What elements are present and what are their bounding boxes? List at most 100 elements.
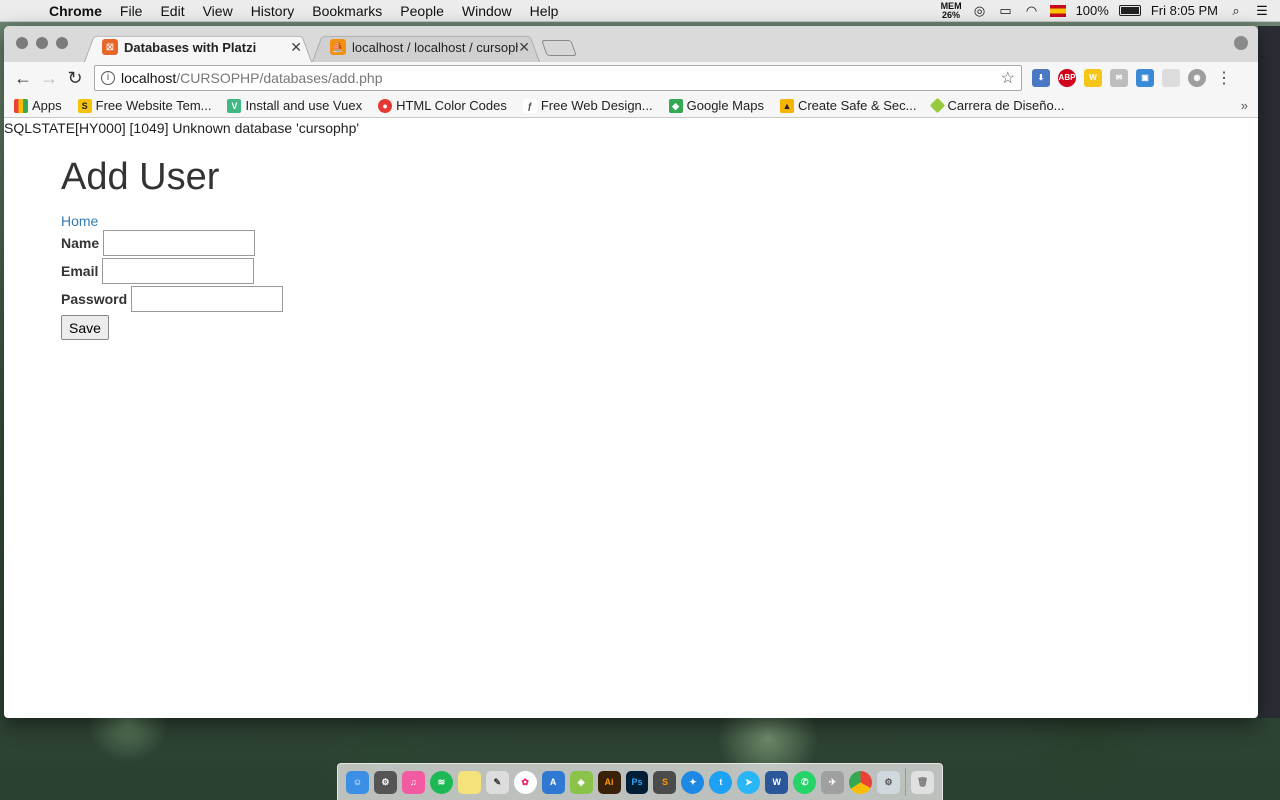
menu-view[interactable]: View bbox=[194, 3, 242, 19]
screen-capture-icon[interactable]: ▣ bbox=[1136, 69, 1154, 87]
sublime-text-icon[interactable]: S bbox=[653, 770, 677, 794]
eye-extension-icon[interactable]: ◉ bbox=[1188, 69, 1206, 87]
close-window-button[interactable] bbox=[16, 37, 28, 49]
airplay-icon[interactable]: ▭ bbox=[998, 3, 1014, 19]
telegram-icon[interactable]: ➤ bbox=[737, 770, 761, 794]
app-store-icon[interactable]: A bbox=[541, 770, 565, 794]
chrome-menu-icon[interactable]: ⋮ bbox=[1216, 68, 1232, 88]
photoshop-icon[interactable]: Ps bbox=[625, 770, 649, 794]
s-icon: S bbox=[77, 98, 92, 113]
menu-bookmarks[interactable]: Bookmarks bbox=[303, 3, 391, 19]
system-preferences-icon[interactable]: ⚙ bbox=[373, 770, 397, 794]
notes-icon[interactable] bbox=[457, 770, 481, 794]
menu-edit[interactable]: Edit bbox=[151, 3, 193, 19]
photos-icon[interactable]: ✿ bbox=[513, 770, 537, 794]
illustrator-icon[interactable]: Ai bbox=[597, 770, 621, 794]
close-tab-icon[interactable]: ✕ bbox=[290, 39, 302, 56]
adblock-plus-icon[interactable]: ABP bbox=[1058, 69, 1076, 87]
mail-extension-icon[interactable]: ✉ bbox=[1110, 69, 1128, 87]
menu-app-name[interactable]: Chrome bbox=[40, 3, 111, 19]
script-editor-icon[interactable]: ✎ bbox=[485, 770, 509, 794]
menu-history[interactable]: History bbox=[242, 3, 304, 19]
itunes-icon[interactable]: ♫ bbox=[401, 770, 425, 794]
vue-icon: V bbox=[227, 98, 242, 113]
email-input[interactable] bbox=[102, 258, 255, 284]
bookmark-google-maps[interactable]: ◆ Google Maps bbox=[668, 98, 764, 113]
bookmark-free-website-templates[interactable]: S Free Website Tem... bbox=[77, 98, 211, 113]
safari-icon[interactable]: ✦ bbox=[681, 770, 705, 794]
menu-window[interactable]: Window bbox=[453, 3, 521, 19]
twitter-icon[interactable]: t bbox=[709, 770, 733, 794]
design-icon: ƒ bbox=[522, 98, 537, 113]
more-bookmarks-chevron-icon[interactable]: » bbox=[1241, 98, 1248, 113]
bookmark-vuex[interactable]: V Install and use Vuex bbox=[227, 98, 362, 113]
color-wheel-icon: ● bbox=[378, 98, 393, 113]
back-arrow-icon[interactable]: ← bbox=[10, 68, 36, 89]
profile-icon[interactable] bbox=[1234, 36, 1248, 50]
page-title: Add User bbox=[61, 156, 220, 198]
bookmark-apps[interactable]: Apps bbox=[14, 98, 62, 113]
minimize-window-button[interactable] bbox=[36, 37, 48, 49]
address-bar[interactable]: i localhost/CURSOPHP/databases/add.php ☆ bbox=[94, 65, 1022, 91]
chrome-window: ⊠ Databases with Platzi ✕ ⛵ localhost / … bbox=[4, 26, 1258, 718]
name-input[interactable] bbox=[103, 230, 256, 256]
spotlight-search-icon[interactable]: ⌕ bbox=[1228, 3, 1244, 19]
error-message: SQLSTATE[HY000] [1049] Unknown database … bbox=[4, 120, 360, 136]
menu-help[interactable]: Help bbox=[521, 3, 568, 19]
battery-percent[interactable]: 100% bbox=[1076, 3, 1109, 18]
save-button[interactable]: Save bbox=[61, 315, 109, 340]
bookmarks-bar: Apps S Free Website Tem... V Install and… bbox=[4, 94, 1258, 118]
maps-icon: ◆ bbox=[668, 98, 683, 113]
menu-file[interactable]: File bbox=[111, 3, 152, 19]
bookmark-carrera-diseno[interactable]: Carrera de Diseño... bbox=[930, 97, 1065, 114]
platzi-favicon-icon: ⊠ bbox=[102, 39, 118, 55]
puzzle-extension-icon[interactable] bbox=[1162, 69, 1180, 87]
bookmark-star-icon[interactable]: ☆ bbox=[1001, 68, 1015, 88]
add-user-form-container: Add User Home Name Email Password Save bbox=[61, 156, 284, 340]
sync-icon[interactable]: ◎ bbox=[972, 3, 988, 19]
new-tab-button[interactable] bbox=[541, 40, 577, 56]
finder-icon[interactable]: ☺ bbox=[346, 770, 369, 794]
bookmark-html-color-codes[interactable]: ● HTML Color Codes bbox=[378, 98, 507, 113]
download-extension-icon[interactable]: ⬇ bbox=[1032, 69, 1050, 87]
notification-center-icon[interactable]: ☰ bbox=[1254, 3, 1270, 19]
wifi-icon[interactable]: ◠ bbox=[1024, 3, 1040, 19]
dock: ☺ ⚙ ♫ ≋ ✎ ✿ A ◈ Ai Ps S ✦ t ➤ W ✆ ✈ ⚙ 🗑 bbox=[337, 763, 943, 800]
bookmark-free-web-design[interactable]: ƒ Free Web Design... bbox=[522, 98, 653, 113]
home-link[interactable]: Home bbox=[61, 213, 283, 229]
password-label: Password bbox=[61, 291, 128, 307]
battery-icon[interactable] bbox=[1118, 5, 1141, 16]
sequel-pro-icon[interactable]: ◈ bbox=[569, 770, 593, 794]
word-icon[interactable]: W bbox=[765, 770, 789, 794]
utility-icon[interactable]: ⚙ bbox=[877, 770, 901, 794]
tab-phpmyadmin[interactable]: ⛵ localhost / localhost / cursoph ✕ bbox=[312, 32, 540, 62]
password-row: Password bbox=[61, 285, 284, 313]
tab-databases-with-platzi[interactable]: ⊠ Databases with Platzi ✕ bbox=[84, 32, 312, 62]
zoom-window-button[interactable] bbox=[56, 37, 68, 49]
airplane-app-icon[interactable]: ✈ bbox=[821, 770, 845, 794]
close-tab-icon[interactable]: ✕ bbox=[518, 39, 530, 56]
w-extension-icon[interactable]: W bbox=[1084, 69, 1102, 87]
input-source-flag-icon[interactable]: 150 bbox=[1049, 4, 1066, 17]
name-label: Name bbox=[61, 235, 100, 251]
password-input[interactable] bbox=[131, 286, 284, 312]
dock-separator bbox=[905, 768, 907, 796]
apps-grid-icon bbox=[14, 98, 28, 113]
site-info-icon[interactable]: i bbox=[101, 71, 115, 85]
platzi-icon bbox=[930, 97, 946, 114]
reload-icon[interactable]: ↻ bbox=[62, 68, 88, 89]
menu-people[interactable]: People bbox=[391, 3, 453, 19]
email-label: Email bbox=[61, 263, 99, 279]
mac-menu-bar: Chrome File Edit View History Bookmarks … bbox=[0, 0, 1280, 22]
memory-indicator[interactable]: MEM 26% bbox=[941, 1, 962, 20]
spotify-icon[interactable]: ≋ bbox=[429, 770, 453, 794]
page-content: SQLSTATE[HY000] [1049] Unknown database … bbox=[4, 118, 1258, 718]
tab-strip: ⊠ Databases with Platzi ✕ ⛵ localhost / … bbox=[4, 26, 1258, 62]
whatsapp-icon[interactable]: ✆ bbox=[793, 770, 817, 794]
bookmark-create-safe[interactable]: ▲ Create Safe & Sec... bbox=[779, 98, 916, 113]
background-window-edge bbox=[1258, 26, 1280, 718]
clock[interactable]: Fri 8:05 PM bbox=[1151, 3, 1218, 18]
chrome-dock-icon[interactable] bbox=[849, 770, 873, 794]
trash-icon[interactable]: 🗑 bbox=[911, 770, 935, 794]
forward-arrow-icon[interactable]: → bbox=[36, 68, 62, 89]
